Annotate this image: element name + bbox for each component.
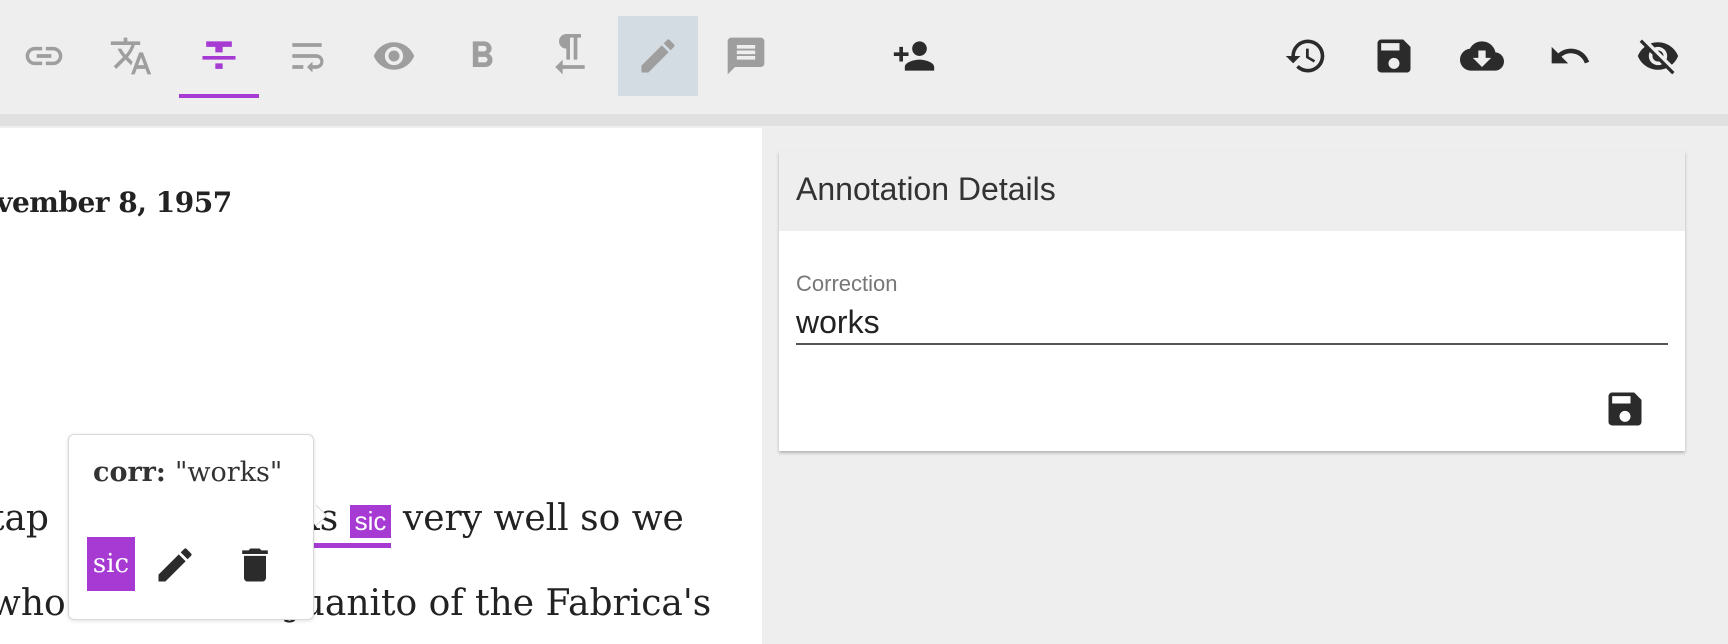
save-icon[interactable] bbox=[1354, 16, 1434, 96]
link-icon[interactable] bbox=[4, 16, 84, 96]
correction-input[interactable] bbox=[796, 301, 1668, 345]
bold-icon[interactable] bbox=[442, 16, 522, 96]
cloud-download-icon[interactable] bbox=[1442, 16, 1522, 96]
toolbar-divider bbox=[0, 114, 1728, 126]
card-title: Annotation Details bbox=[796, 171, 1056, 207]
popup-value: "works" bbox=[175, 457, 283, 488]
popup-label: corr: bbox=[93, 457, 166, 488]
annotation-details-card: Annotation Details Correction bbox=[779, 151, 1685, 451]
translate-icon[interactable] bbox=[91, 16, 171, 96]
trash-icon[interactable] bbox=[233, 543, 277, 587]
text-fragment: who bbox=[0, 583, 66, 624]
card-header: Annotation Details bbox=[779, 151, 1685, 231]
text-fragment: r Juanito of the Fabrica's bbox=[258, 583, 712, 624]
text-fragment: very well so we bbox=[402, 498, 684, 539]
save-icon[interactable] bbox=[1603, 387, 1647, 431]
sic-button[interactable]: sic bbox=[87, 537, 135, 591]
eye-icon[interactable] bbox=[354, 16, 434, 96]
history-icon[interactable] bbox=[1266, 16, 1346, 96]
strikethrough-icon[interactable] bbox=[179, 16, 259, 96]
document-date: ovember 8, 1957 bbox=[0, 186, 232, 219]
correction-label: Correction bbox=[796, 271, 898, 296]
eye-off-icon[interactable] bbox=[1618, 16, 1698, 96]
annotation-popup: corr: "works" sic bbox=[68, 434, 314, 620]
pencil-icon[interactable] bbox=[618, 16, 698, 96]
wrap-text-icon[interactable] bbox=[267, 16, 347, 96]
edit-icon[interactable] bbox=[153, 543, 197, 587]
sic-tag[interactable]: sic bbox=[349, 504, 392, 538]
add-person-icon[interactable] bbox=[874, 16, 954, 96]
text-fragment: tap bbox=[0, 498, 49, 539]
active-tab-indicator bbox=[179, 94, 259, 98]
undo-icon[interactable] bbox=[1530, 16, 1610, 96]
paragraph-icon[interactable] bbox=[530, 16, 610, 96]
toolbar bbox=[0, 0, 1728, 114]
comment-list-icon[interactable] bbox=[706, 16, 786, 96]
